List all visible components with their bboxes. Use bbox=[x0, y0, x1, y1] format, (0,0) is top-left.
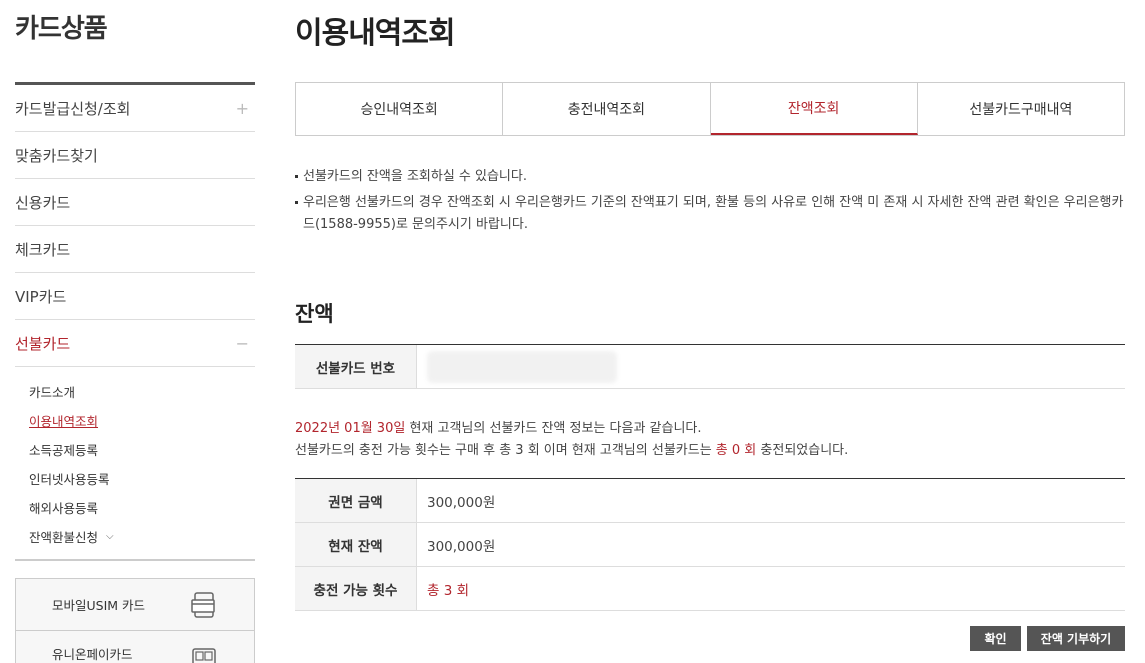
submenu-item-label: 카드소개 bbox=[29, 385, 76, 400]
charge-count: 총 0 회 bbox=[715, 443, 757, 458]
submenu-item-overseas-use[interactable]: 해외사용등록 bbox=[29, 493, 255, 522]
card-number-row: 선불카드 번호 bbox=[295, 344, 1125, 389]
submenu-item-card-intro[interactable]: 카드소개 bbox=[29, 377, 255, 406]
confirm-button[interactable]: 확인 bbox=[970, 626, 1021, 651]
sidebar-submenu: 카드소개 이용내역조회 소득공제등록 인터넷사용등록 해외사용등록 잔액환불신청… bbox=[15, 367, 255, 561]
inquiry-date: 2022년 01월 30일 bbox=[295, 421, 406, 436]
sidebar-item-card-application[interactable]: 카드발급신청/조회 + bbox=[15, 85, 255, 132]
section-title-balance: 잔액 bbox=[295, 302, 334, 326]
sidebar-item-label: VIP카드 bbox=[15, 287, 67, 306]
submenu-item-tax-deduction[interactable]: 소득공제등록 bbox=[29, 435, 255, 464]
info-line-2-text-end: 충전되었습니다. bbox=[756, 443, 849, 458]
sidebar-item-vip-card[interactable]: VIP카드 bbox=[15, 273, 255, 320]
row-value-current-balance: 300,000원 bbox=[427, 538, 496, 555]
minus-icon: − bbox=[235, 333, 249, 353]
banner-label: 모바일USIM 카드 bbox=[52, 598, 146, 613]
banner-mobile-usim[interactable]: 모바일USIM 카드 bbox=[15, 578, 255, 631]
submenu-item-label: 인터넷사용등록 bbox=[29, 472, 110, 487]
submenu-item-label: 이용내역조회 bbox=[29, 414, 99, 429]
submenu-item-label: 해외사용등록 bbox=[29, 501, 99, 516]
notice-list: 선불카드의 잔액을 조회하실 수 있습니다. 우리은행 선불카드의 경우 잔액조… bbox=[295, 166, 1125, 240]
plus-icon: + bbox=[235, 98, 249, 118]
info-line-1: 2022년 01월 30일 현재 고객님의 선불카드 잔액 정보는 다음과 같습… bbox=[295, 418, 1125, 440]
tab-purchase-history[interactable]: 선불카드구매내역 bbox=[918, 83, 1124, 135]
banner-unionpay[interactable]: 유니온페이카드 (은련카드) bbox=[15, 631, 255, 663]
row-label-charge-count: 충전 가능 횟수 bbox=[295, 567, 417, 610]
sidebar-item-label: 체크카드 bbox=[15, 240, 71, 259]
tab-approval-history[interactable]: 승인내역조회 bbox=[296, 83, 504, 135]
table-row: 충전 가능 횟수 총 3 회 bbox=[295, 567, 1125, 611]
sidebar-item-label: 카드발급신청/조회 bbox=[15, 99, 131, 118]
sidebar-item-label: 맞춤카드찾기 bbox=[15, 146, 98, 165]
balance-table: 권면 금액 300,000원 현재 잔액 300,000원 충전 가능 횟수 총… bbox=[295, 478, 1125, 611]
sidebar-banners: 모바일USIM 카드 유니온페이카드 (은련카드) bbox=[15, 578, 255, 663]
table-row: 현재 잔액 300,000원 bbox=[295, 523, 1125, 567]
masked-card-number bbox=[427, 350, 617, 383]
page-title: 이용내역조회 bbox=[295, 16, 456, 51]
row-label-face-value: 권면 금액 bbox=[295, 479, 417, 522]
submenu-item-refund[interactable]: 잔액환불신청 ⌵ bbox=[29, 522, 255, 551]
sidebar-menu: 카드발급신청/조회 + 맞춤카드찾기 신용카드 체크카드 VIP카드 선불카드 … bbox=[15, 82, 255, 561]
table-row: 권면 금액 300,000원 bbox=[295, 479, 1125, 523]
submenu-item-label: 잔액환불신청 bbox=[29, 530, 99, 545]
tab-balance-inquiry[interactable]: 잔액조회 bbox=[710, 83, 918, 135]
submenu-item-usage-history[interactable]: 이용내역조회 bbox=[29, 406, 255, 435]
sidebar-title: 카드상품 bbox=[15, 14, 108, 44]
balance-info-text: 2022년 01월 30일 현재 고객님의 선불카드 잔액 정보는 다음과 같습… bbox=[295, 418, 1125, 462]
sidebar-item-check-card[interactable]: 체크카드 bbox=[15, 226, 255, 273]
row-value-charge-count: 총 3 회 bbox=[427, 582, 470, 599]
info-line-2-text: 선불카드의 충전 가능 횟수는 구매 후 총 3 회 이며 현재 고객님의 선불… bbox=[295, 443, 716, 458]
action-buttons: 확인 잔액 기부하기 bbox=[970, 626, 1125, 651]
info-line-2: 선불카드의 충전 가능 횟수는 구매 후 총 3 회 이며 현재 고객님의 선불… bbox=[295, 440, 1125, 462]
notice-item: 우리은행 선불카드의 경우 잔액조회 시 우리은행카드 기준의 잔액표기 되며,… bbox=[295, 192, 1125, 236]
tab-bar: 승인내역조회 충전내역조회 잔액조회 선불카드구매내역 bbox=[295, 82, 1125, 136]
unionpay-card-icon bbox=[192, 648, 216, 663]
sidebar-item-label: 신용카드 bbox=[15, 193, 71, 212]
card-number-value bbox=[417, 345, 1125, 388]
card-number-label: 선불카드 번호 bbox=[295, 345, 417, 388]
notice-item: 선불카드의 잔액을 조회하실 수 있습니다. bbox=[295, 166, 1125, 188]
submenu-item-internet-use[interactable]: 인터넷사용등록 bbox=[29, 464, 255, 493]
usim-card-icon bbox=[191, 591, 215, 618]
sidebar-item-credit-card[interactable]: 신용카드 bbox=[15, 179, 255, 226]
banner-label: 유니온페이카드 (은련카드) bbox=[52, 647, 133, 662]
sidebar-item-prepaid-card[interactable]: 선불카드 − bbox=[15, 320, 255, 367]
row-value-face-value: 300,000원 bbox=[427, 494, 496, 511]
sidebar-item-custom-card[interactable]: 맞춤카드찾기 bbox=[15, 132, 255, 179]
row-label-current-balance: 현재 잔액 bbox=[295, 523, 417, 566]
donate-balance-button[interactable]: 잔액 기부하기 bbox=[1027, 626, 1125, 651]
sidebar-item-label: 선불카드 bbox=[15, 334, 71, 353]
tab-charge-history[interactable]: 충전내역조회 bbox=[503, 83, 711, 135]
chevron-down-icon: ⌵ bbox=[106, 531, 114, 542]
info-line-1-text: 현재 고객님의 선불카드 잔액 정보는 다음과 같습니다. bbox=[405, 421, 702, 436]
submenu-item-label: 소득공제등록 bbox=[29, 443, 99, 458]
